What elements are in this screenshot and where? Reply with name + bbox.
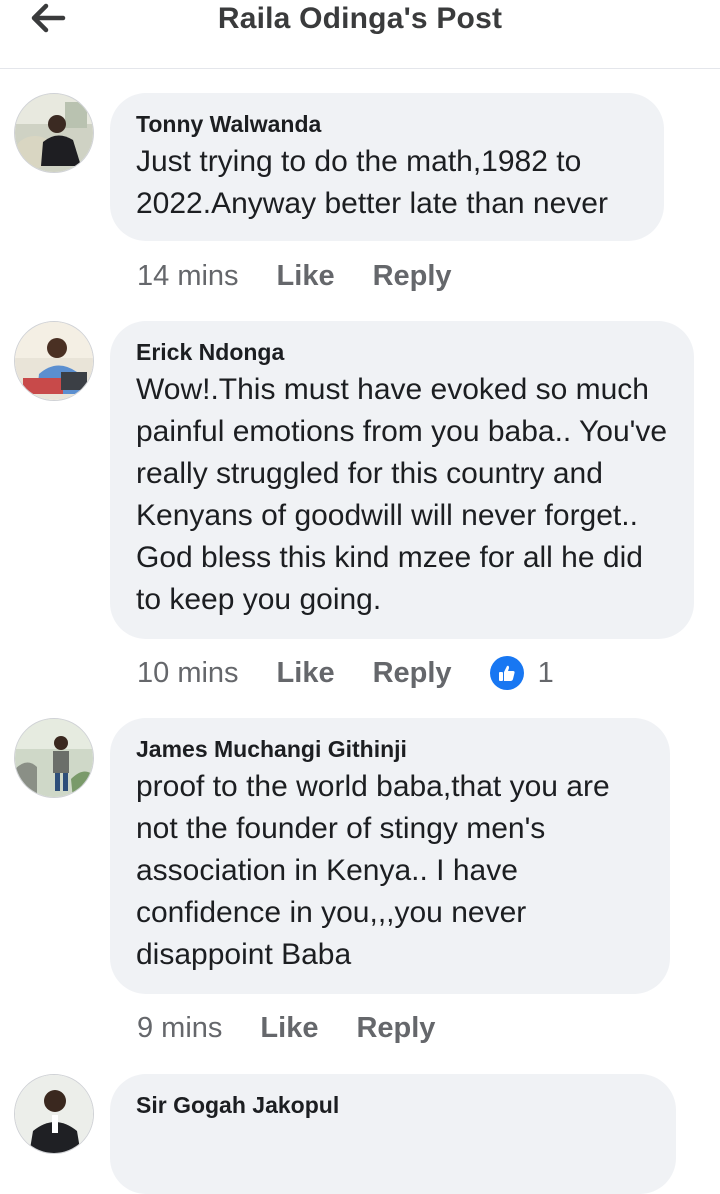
like-button[interactable]: Like (277, 260, 335, 293)
avatar[interactable] (14, 718, 94, 798)
comment-author[interactable]: Erick Ndonga (136, 339, 668, 365)
reply-button[interactable]: Reply (373, 657, 452, 690)
comment-text: Wow!.This must have evoked so much painf… (136, 373, 668, 616)
comment-time[interactable]: 9 mins (137, 1012, 222, 1045)
like-button[interactable]: Like (277, 657, 335, 690)
comment-author[interactable]: James Muchangi Githinji (136, 736, 644, 762)
comment-bubble[interactable]: Tonny Walwanda Just trying to do the mat… (110, 93, 664, 241)
page-title: Raila Odinga's Post (217, 2, 503, 35)
avatar[interactable] (14, 93, 94, 173)
avatar[interactable] (14, 321, 94, 401)
comment-bubble[interactable]: James Muchangi Githinji proof to the wor… (110, 718, 670, 994)
comment-bubble[interactable]: Erick Ndonga Wow!.This must have evoked … (110, 321, 694, 639)
avatar[interactable] (14, 1074, 94, 1154)
comment-author[interactable]: Tonny Walwanda (136, 111, 638, 137)
comment-text: proof to the world baba,that you are not… (136, 770, 610, 971)
reaction-summary[interactable]: 1 (489, 656, 554, 690)
comment-text: Just trying to do the math,1982 to 2022.… (136, 145, 608, 220)
comment-actions: 9 mins Like Reply (137, 1008, 473, 1048)
top-bar: Raila Odinga's Post (0, 0, 720, 69)
reply-button[interactable]: Reply (373, 260, 452, 293)
comment-actions: 10 mins Like Reply 1 (137, 653, 554, 693)
comment-author[interactable]: Sir Gogah Jakopul (136, 1092, 650, 1118)
comment-time[interactable]: 14 mins (137, 260, 239, 293)
comment-actions: 14 mins Like Reply (137, 256, 490, 296)
thumbs-up-icon (489, 656, 524, 690)
reaction-count: 1 (537, 656, 554, 689)
reply-button[interactable]: Reply (356, 1012, 435, 1045)
like-button[interactable]: Like (260, 1012, 318, 1045)
comment-time[interactable]: 10 mins (137, 657, 239, 690)
comment-bubble[interactable]: Sir Gogah Jakopul (110, 1074, 676, 1194)
